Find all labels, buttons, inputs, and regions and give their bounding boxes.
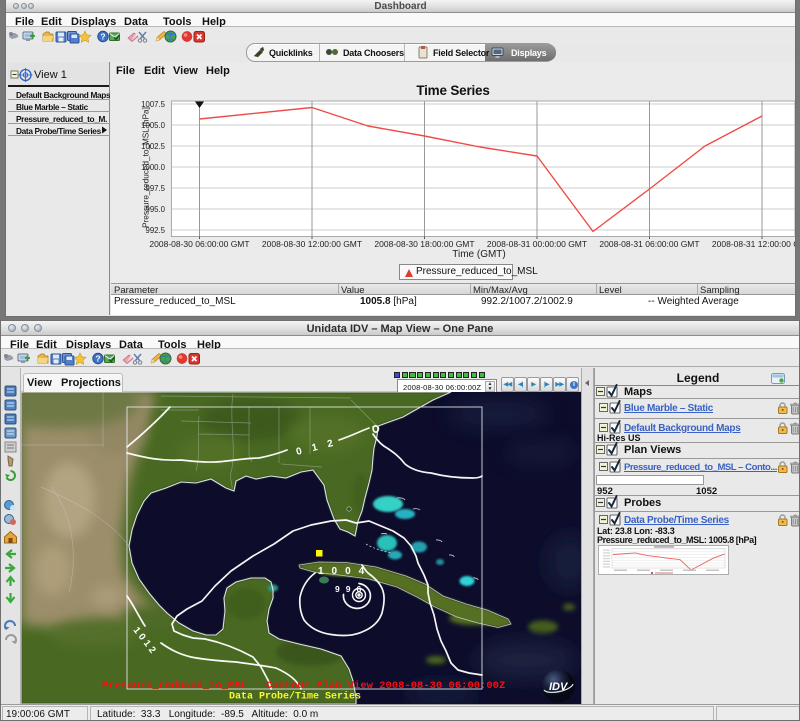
svg-text:996: 996 xyxy=(335,584,367,594)
svg-text:1004: 1004 xyxy=(318,566,372,577)
svg-text:Pressure_reduced_to_MSL - Cont: Pressure_reduced_to_MSL - Contour Plan V… xyxy=(102,680,505,692)
svg-text:Data Probe/Time Series: Data Probe/Time Series xyxy=(229,691,361,703)
svg-text:?: ? xyxy=(95,354,100,364)
svg-text:?: ? xyxy=(100,32,105,42)
svg-text:IDV: IDV xyxy=(549,681,569,693)
